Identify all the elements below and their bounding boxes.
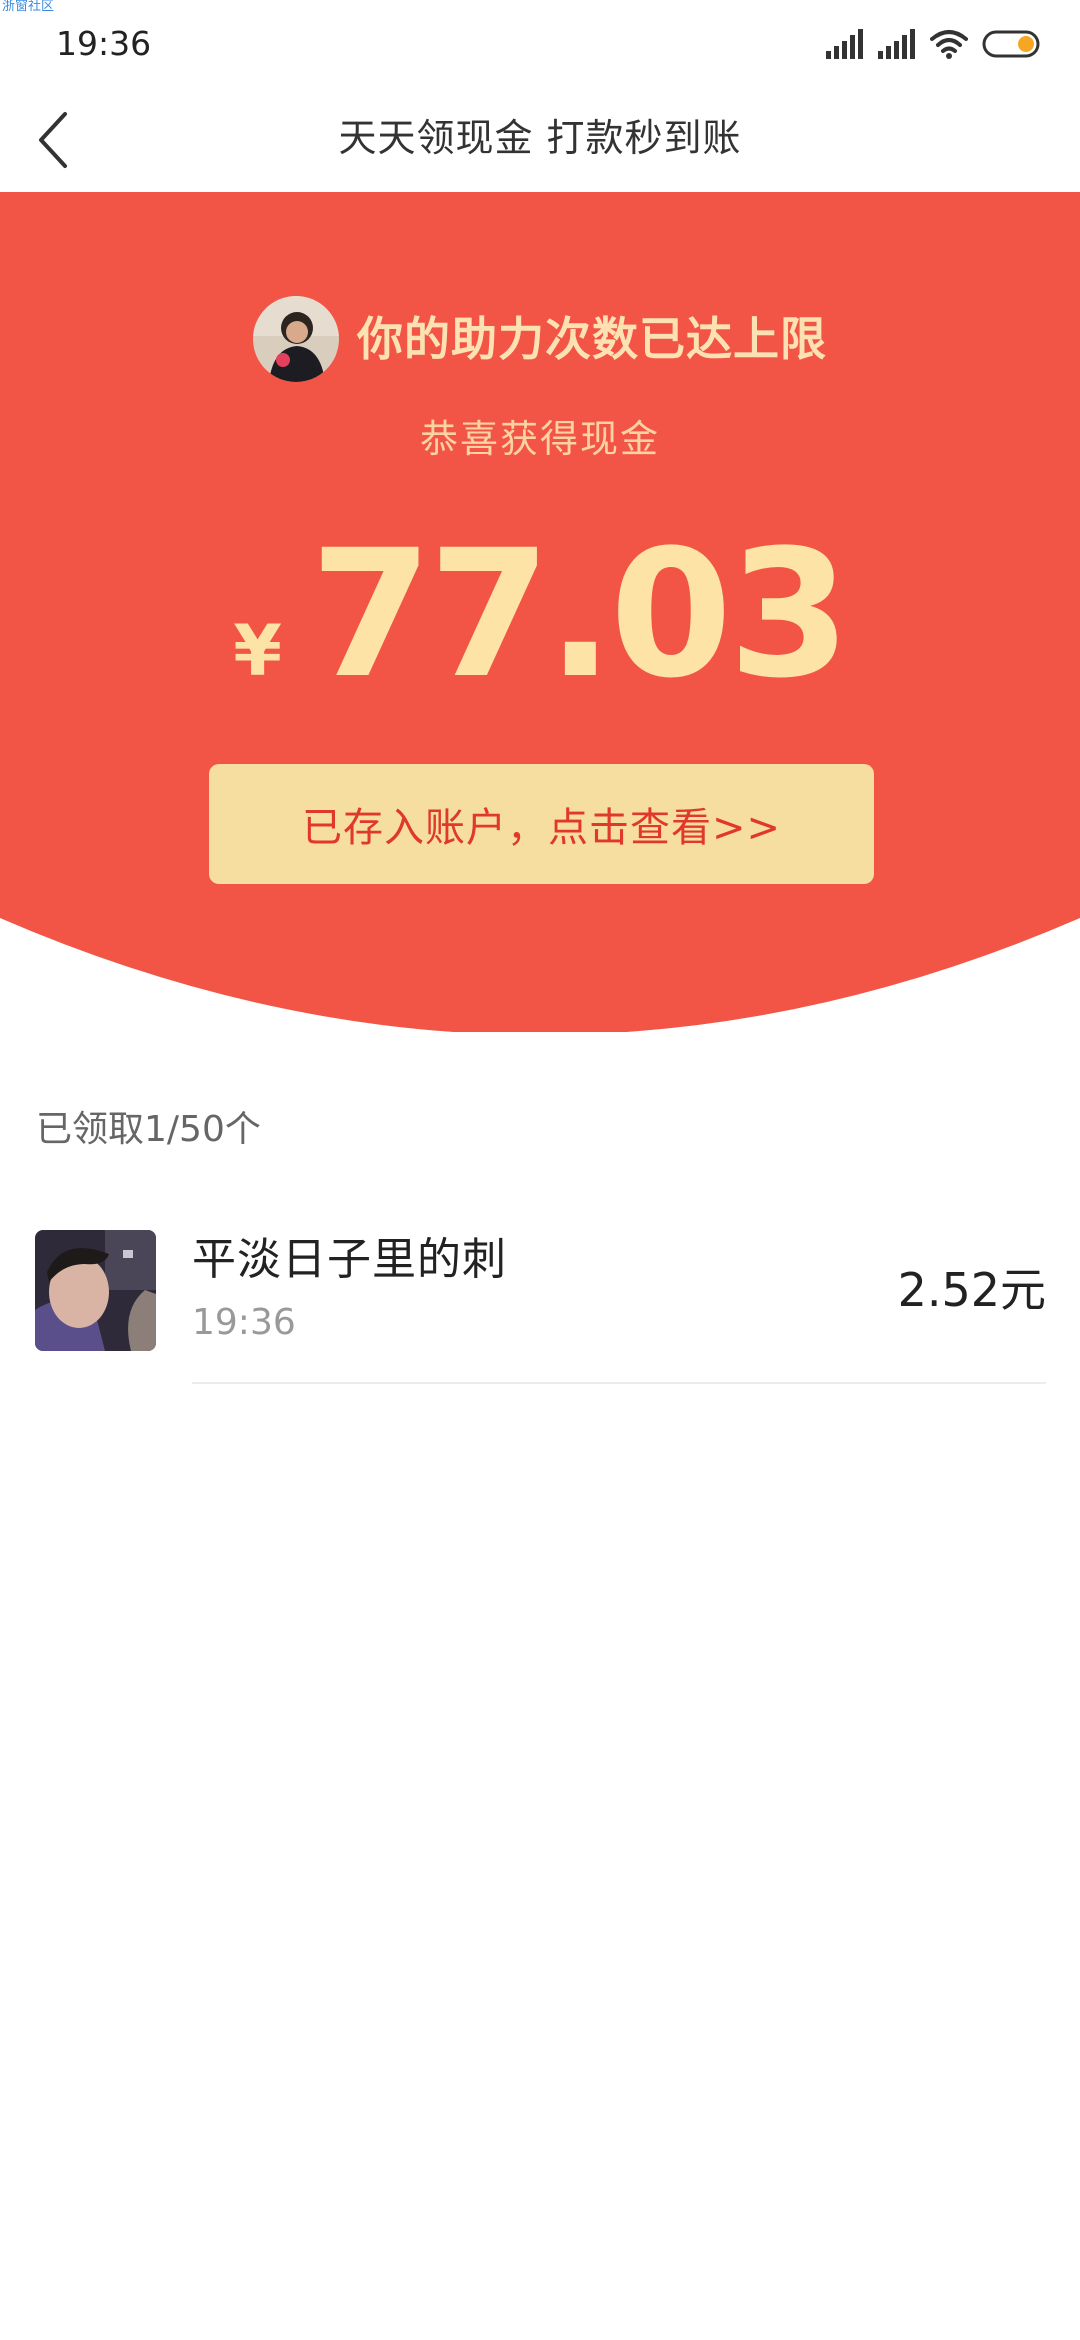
limit-status-text: 你的助力次数已达上限: [357, 312, 827, 366]
battery-icon: [982, 30, 1040, 58]
avatar: [35, 1230, 156, 1351]
signal-icon: [826, 29, 863, 59]
cash-banner: 你的助力次数已达上限 恭喜获得现金 ¥ 77.03 已存入账户，点击查看>>: [0, 192, 1080, 1032]
limit-status-row: 你的助力次数已达上限: [0, 296, 1080, 382]
list-item: 平淡日子里的刺 19:36 2.52元: [0, 1200, 1080, 1384]
list-item-name: 平淡日子里的刺: [192, 1234, 507, 1285]
claim-count: 已领取1/50个: [36, 1109, 261, 1150]
page-title: 天天领现金 打款秒到账: [338, 116, 742, 160]
wifi-icon: [930, 30, 968, 59]
signal-icon: [878, 29, 915, 59]
view-account-button[interactable]: 已存入账户，点击查看>>: [209, 764, 874, 884]
currency-symbol: ¥: [233, 610, 282, 692]
avatar: [253, 296, 339, 382]
congrats-text: 恭喜获得现金: [419, 417, 660, 461]
status-icons: [826, 26, 1042, 62]
page: 浙窗社区 19:36 天天领现金 打款秒到账 你的助力次数已达上限 恭喜获得现金…: [0, 0, 1080, 2340]
list-item-time: 19:36: [192, 1302, 296, 1343]
divider: [192, 1382, 1046, 1384]
header: 天天领现金 打款秒到账: [0, 88, 1080, 192]
status-time: 19:36: [56, 24, 152, 63]
amount-value: 77.03: [310, 512, 851, 717]
status-bar: 19:36: [0, 0, 1080, 88]
cash-amount: ¥ 77.03: [0, 512, 1080, 717]
list-item-amount: 2.52元: [897, 1263, 1046, 1317]
